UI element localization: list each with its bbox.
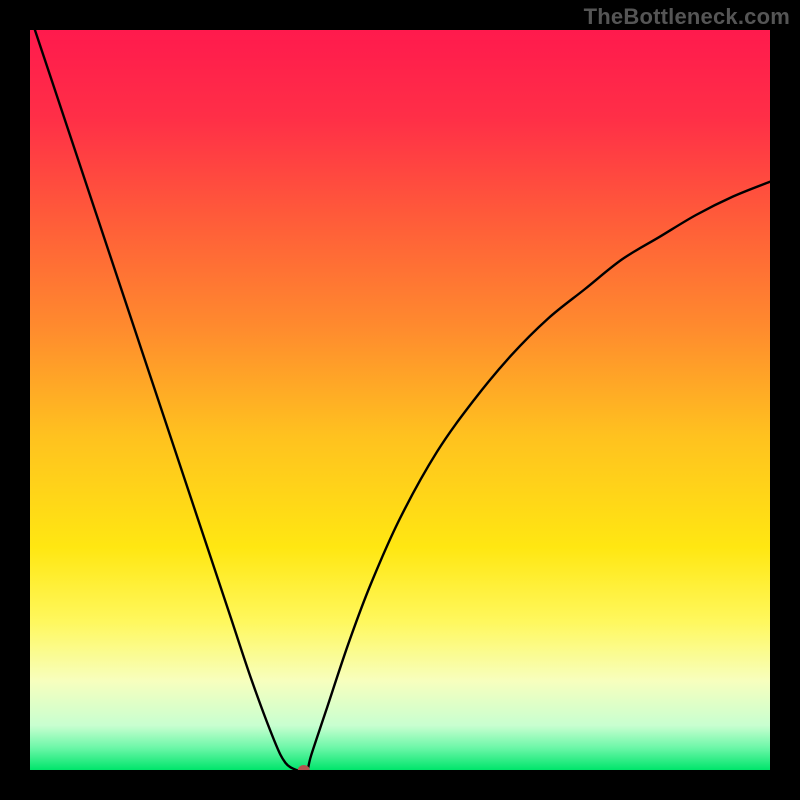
bottleneck-chart	[0, 0, 800, 800]
watermark-text: TheBottleneck.com	[584, 4, 790, 30]
chart-frame: TheBottleneck.com	[0, 0, 800, 800]
plot-background	[30, 30, 770, 770]
